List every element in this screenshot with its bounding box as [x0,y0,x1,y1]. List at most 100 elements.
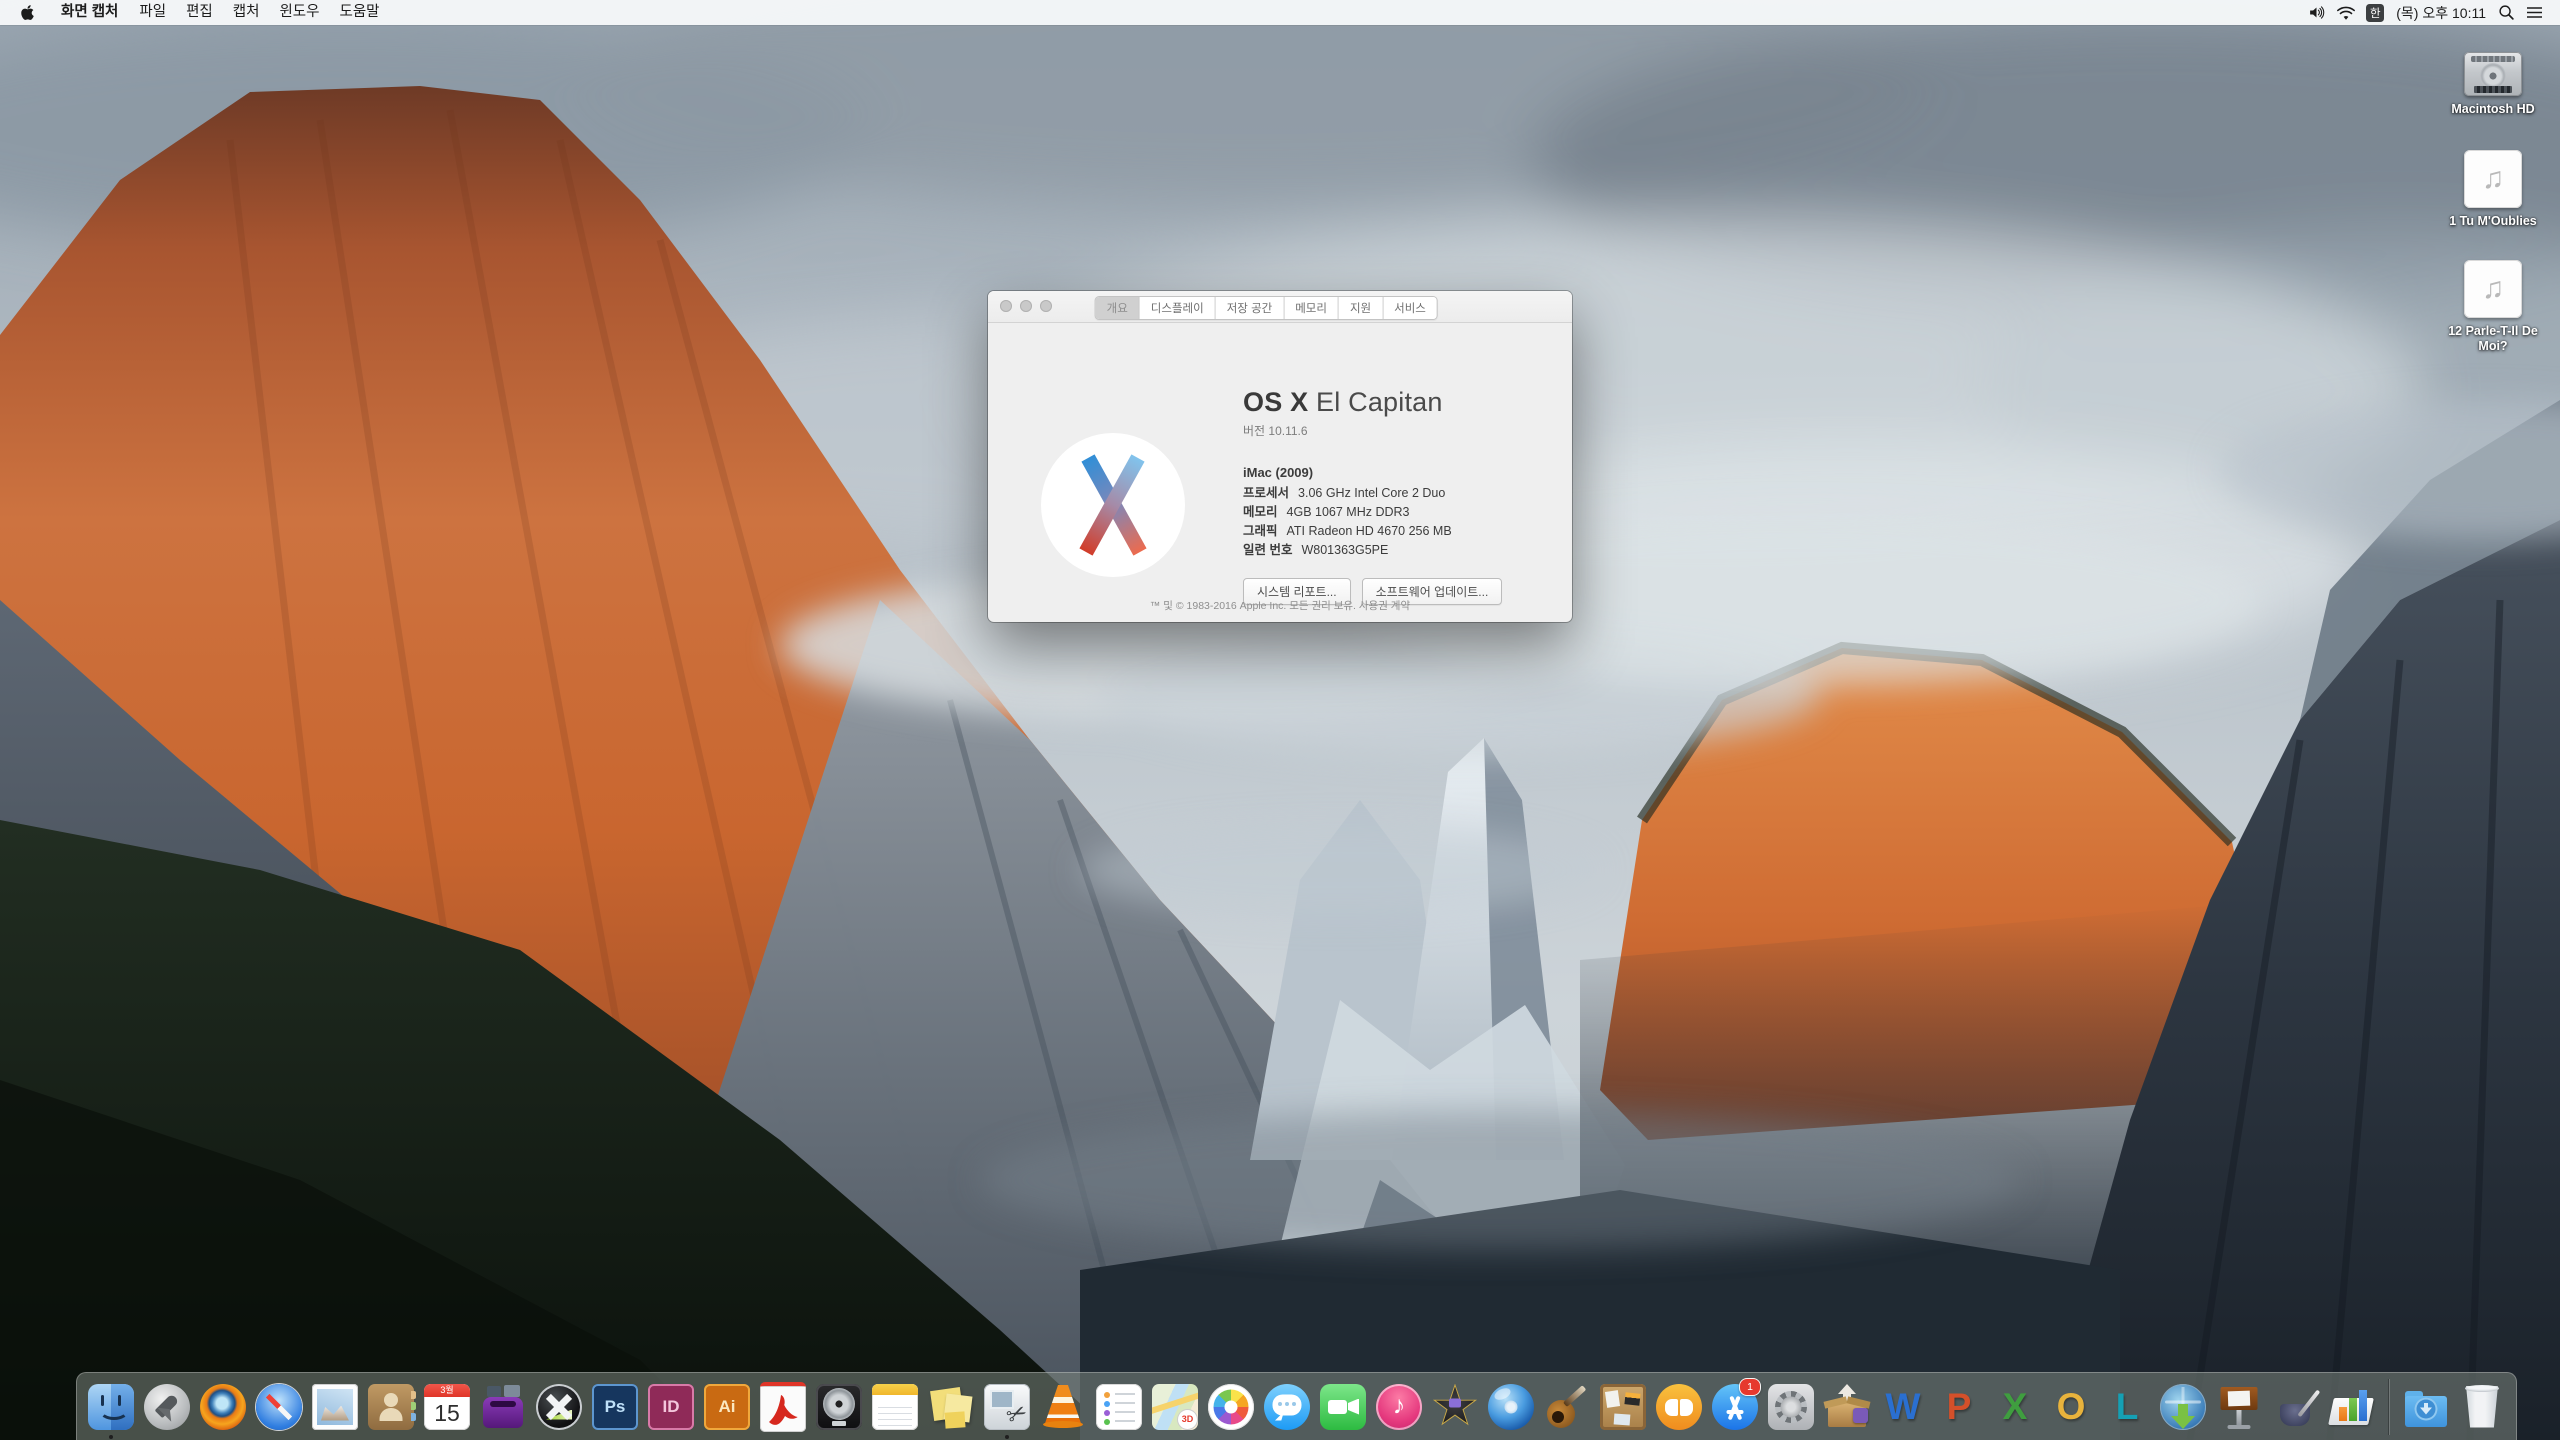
app-menus: 화면 캡처 파일 편집 캡처 윈도우 도움말 [50,0,390,25]
dock-illustrator-icon[interactable]: Ai [701,1381,753,1433]
dock-downloads-folder-icon[interactable] [2400,1381,2452,1433]
desktop-icon-1-tu-m-oublies[interactable]: ♫ 1 Tu M'Oublies [2433,148,2553,229]
dock-itunes-icon[interactable]: ♪ [1373,1381,1425,1433]
dock-grab-screen-capture-icon[interactable]: ✂ [981,1381,1033,1439]
tab-3[interactable]: 메모리 [1284,297,1339,319]
volume-icon[interactable] [2307,4,2326,21]
dock-contacts-icon[interactable] [365,1381,417,1433]
os-version: 버전 10.11.6 [1243,424,1308,438]
spec-value: 4GB 1067 MHz DDR3 [1286,505,1410,519]
menu-bar: 화면 캡처 파일 편집 캡처 윈도우 도움말 한 (목) 오후 10:11 [0,0,2560,25]
notification-center-icon[interactable] [2525,5,2544,20]
menu-item-3[interactable]: 캡처 [223,4,270,20]
window-title-bar[interactable]: 개요 디스플레이 저장 공간 메모리 지원 서비스 [988,291,1572,323]
tab-0-selected[interactable]: 개요 [1095,297,1140,319]
os-x-logo [1041,433,1185,577]
minimize-button[interactable] [1020,300,1032,312]
spec-row: 일련 번호 W801363G5PE [1243,543,1502,558]
dock-vlc-icon[interactable] [1037,1381,1089,1433]
desktop-icon-label: Macintosh HD [2451,102,2535,116]
dock-ibooks-icon[interactable] [1653,1381,1705,1433]
menu-bar-clock[interactable]: (목) 오후 10:11 [2394,3,2488,23]
zoom-button[interactable] [1040,300,1052,312]
desktop-icon-12-parle-t-il-de-moi-[interactable]: ♫ 12 Parle-T-Il De Moi? [2433,258,2553,354]
dock-facetime-icon[interactable] [1317,1381,1369,1433]
close-button[interactable] [1000,300,1012,312]
dock-web-downloader-icon[interactable] [2157,1381,2209,1433]
dock-reminders-icon[interactable] [1093,1381,1145,1433]
spec-row: 그래픽 ATI Radeon HD 4670 256 MB [1243,524,1502,539]
desktop-icon-macintosh-hd[interactable]: Macintosh HD [2433,36,2553,117]
menu-item-4[interactable]: 윈도우 [269,4,329,20]
menu-bar-status: 한 (목) 오후 10:11 [2307,3,2560,23]
dock: 3월 15 Ps ID Ai ✂ 3D ♪ 1 W P X O L [76,1372,2517,1440]
spec-label: 메모리 [1243,505,1278,519]
traffic-lights [1000,300,1052,312]
running-indicator [109,1434,113,1439]
spec-row: 메모리 4GB 1067 MHz DDR3 [1243,505,1502,520]
dock-stickies-icon[interactable] [925,1381,977,1433]
dock-lync-icon[interactable]: L [2101,1381,2153,1433]
dock-notes-icon[interactable] [869,1381,921,1433]
dock-maps-icon[interactable]: 3D [1149,1381,1201,1433]
dock-keynote-icon[interactable] [2213,1381,2265,1433]
spec-row: 프로세서 3.06 GHz Intel Core 2 Duo [1243,486,1502,501]
dock-garageband-icon[interactable] [1541,1381,1593,1433]
dock-trash-icon[interactable] [2456,1381,2508,1433]
dock-excel-icon[interactable]: X [1989,1381,2041,1433]
tab-4[interactable]: 지원 [1338,297,1384,319]
dock-photoshop-icon[interactable]: Ps [589,1381,641,1433]
about-overview-pane: OS X El Capitan 버전 10.11.6 iMac (2009) 프… [988,323,1572,622]
dock-x-media-player-icon[interactable] [533,1381,585,1433]
dock-word-icon[interactable]: W [1877,1381,1929,1433]
dock-launchpad-icon[interactable] [141,1381,193,1433]
hard-drive-icon [2464,52,2522,96]
dock-safari-icon[interactable] [253,1381,305,1433]
spec-label: 프로세서 [1243,486,1290,500]
copyright-footer: ™ 및 © 1983-2016 Apple Inc. 모든 권리 보유. 사용권… [1149,600,1411,612]
el-capitan-wallpaper [0,0,2560,1440]
tab-5[interactable]: 서비스 [1383,297,1437,319]
dock-firefox-icon[interactable] [197,1381,249,1433]
wifi-icon[interactable] [2336,5,2356,21]
dock-toast-burner-icon[interactable] [477,1381,529,1433]
dock-outlook-icon[interactable]: O [2045,1381,2097,1433]
menu-item-app[interactable]: 화면 캡처 [50,4,129,20]
dock-package-extractor-icon[interactable] [1821,1381,1873,1433]
dock-corkboard-app-icon[interactable] [1597,1381,1649,1433]
dock-pages-icon[interactable] [2269,1381,2321,1433]
dock-disc-media-app-icon[interactable] [813,1381,865,1433]
apple-menu-icon[interactable] [18,4,36,22]
dock-idvd-icon[interactable] [1485,1381,1537,1433]
audio-file-icon: ♫ [2464,150,2522,208]
dock-imovie-icon[interactable] [1429,1381,1481,1433]
input-source-badge[interactable]: 한 [2366,3,2385,22]
dock-acrobat-reader-icon[interactable] [757,1381,809,1433]
spec-value: 3.06 GHz Intel Core 2 Duo [1298,486,1446,500]
running-indicator [1005,1434,1009,1439]
menu-item-1[interactable]: 파일 [129,4,176,20]
dock-numbers-icon[interactable] [2325,1381,2377,1433]
dock-mail-icon[interactable] [309,1381,361,1433]
dock-powerpoint-icon[interactable]: P [1933,1381,1985,1433]
spec-value: ATI Radeon HD 4670 256 MB [1286,524,1452,538]
menu-item-5[interactable]: 도움말 [329,4,389,20]
spec-value: W801363G5PE [1301,543,1389,557]
tab-1[interactable]: 디스플레이 [1139,297,1216,319]
desktop-icon-label: 12 Parle-T-Il De Moi? [2448,324,2538,353]
dock-photos-icon[interactable] [1205,1381,1257,1433]
spotlight-search-icon[interactable] [2498,4,2515,21]
spec-label: 그래픽 [1243,524,1278,538]
dock-system-preferences-icon[interactable] [1765,1381,1817,1433]
dock-messages-icon[interactable] [1261,1381,1313,1433]
about-this-mac-window: 개요 디스플레이 저장 공간 메모리 지원 서비스 OS X El Capitan 버 [988,291,1572,622]
tab-2[interactable]: 저장 공간 [1215,297,1285,319]
dock-indesign-icon[interactable]: ID [645,1381,697,1433]
dock-calendar-icon[interactable]: 3월 15 [421,1381,473,1433]
dock-finder-icon[interactable] [85,1381,137,1439]
dock-app-store-icon[interactable]: 1 [1709,1377,1761,1433]
desktop-icon-label: 1 Tu M'Oublies [2449,214,2537,228]
os-title-light: El Capitan [1308,387,1443,417]
menu-item-2[interactable]: 편집 [176,4,223,20]
audio-file-icon: ♫ [2464,260,2522,318]
